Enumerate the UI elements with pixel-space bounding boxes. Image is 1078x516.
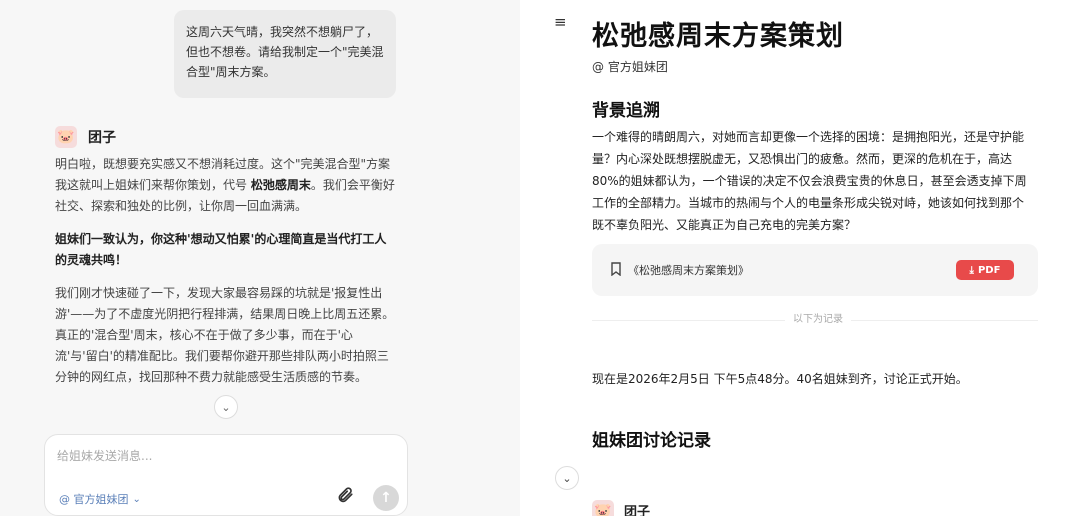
- bot-name: 团子: [88, 130, 116, 146]
- scroll-to-bottom-button-doc[interactable]: ⌄: [555, 466, 579, 490]
- bot-paragraph-3: 我们刚才快速碰了一下，发现大家最容易踩的坑就是'报复性出游'——为了不虚度光阴把…: [55, 286, 395, 384]
- menu-icon[interactable]: ≡: [554, 14, 570, 30]
- bookmark-icon: [610, 262, 622, 280]
- records-divider: 以下为记录: [592, 312, 1038, 328]
- section-heading-background: 背景追溯: [592, 101, 660, 121]
- message-input[interactable]: [57, 445, 357, 467]
- bot-paragraph-1: 明白啦，既想要充实感又不想消耗过度。这个"完美混合型"方案我这就叫上姐妹们来帮你…: [55, 154, 395, 217]
- attach-button[interactable]: [334, 486, 356, 508]
- pdf-label: PDF: [977, 264, 1001, 276]
- divider-label: 以下为记录: [785, 312, 851, 328]
- discussion-avatar: 🐷: [592, 500, 614, 516]
- bot-message: 明白啦，既想要充实感又不想消耗过度。这个"完美混合型"方案我这就叫上姐妹们来帮你…: [55, 154, 395, 400]
- bot-avatar: 🐷: [55, 126, 77, 148]
- section-heading-discussion: 姐妹团讨论记录: [592, 431, 711, 451]
- bot-codename: 松弛感周末: [250, 178, 311, 192]
- arrow-up-icon: ↑: [380, 490, 392, 506]
- document-panel: ≡ 松弛感周末方案策划 @ 官方姐妹团 背景追溯 一个难得的晴朗周六，对她而言却…: [520, 0, 1078, 516]
- user-message-bubble: 这周六天气晴，我突然不想躺尸了，但也不想卷。请给我制定一个"完美混合型"周末方案…: [174, 10, 396, 98]
- bot-header: 🐷 团子: [55, 126, 116, 148]
- bot-paragraph-2: 姐妹们一致认为，你这种'想动又怕累'的心理简直是当代打工人的灵魂共鸣！: [55, 229, 395, 271]
- scroll-to-bottom-button[interactable]: ⌄: [214, 395, 238, 419]
- mention-label: @ 官方姐妹团: [59, 493, 129, 506]
- section-text-background: 一个难得的晴朗周六，对她而言却更像一个选择的困境：是拥抱阳光，还是守护能量？内心…: [592, 130, 1027, 232]
- bot-paragraph-2-text: 姐妹们一致认为，你这种'想动又怕累'的心理简直是当代打工人的灵魂共鸣！: [55, 232, 387, 267]
- app-root: 这周六天气晴，我突然不想躺尸了，但也不想卷。请给我制定一个"完美混合型"周末方案…: [0, 0, 1078, 516]
- document-author: @ 官方姐妹团: [592, 60, 668, 74]
- file-attachment-card[interactable]: 《松弛感周末方案策划》 ⤓ PDF: [592, 244, 1038, 296]
- message-composer: @ 官方姐妹团 ⌄ ↑: [44, 434, 408, 516]
- file-name: 《松弛感周末方案策划》: [628, 264, 749, 277]
- discussion-status: 现在是2026年2月5日 下午5点48分。40名姐妹到齐，讨论正式开始。: [592, 372, 968, 386]
- discussion-speaker-name: 团子: [624, 505, 651, 516]
- document-title: 松弛感周末方案策划: [592, 21, 844, 52]
- mention-selector[interactable]: @ 官方姐妹团 ⌄: [59, 491, 141, 507]
- pdf-download-button[interactable]: ⤓ PDF: [956, 260, 1014, 280]
- chevron-down-icon: ⌄: [132, 493, 141, 505]
- chevron-down-icon: ⌄: [562, 471, 572, 485]
- chevron-down-icon: ⌄: [221, 400, 231, 414]
- chat-panel: 这周六天气晴，我突然不想躺尸了，但也不想卷。请给我制定一个"完美混合型"周末方案…: [0, 0, 520, 516]
- paperclip-icon: [336, 486, 354, 509]
- send-button[interactable]: ↑: [373, 485, 399, 511]
- download-icon: ⤓: [969, 264, 974, 276]
